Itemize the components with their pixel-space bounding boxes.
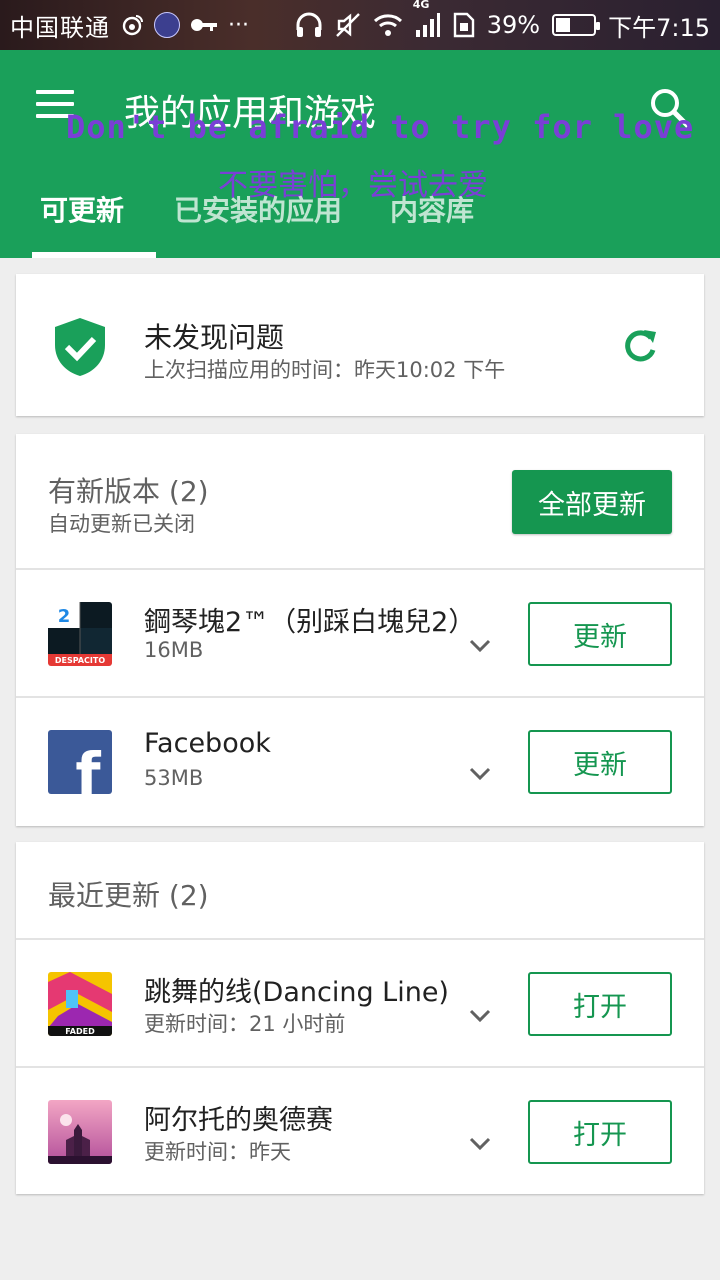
facebook-icon-glyph: f	[75, 740, 101, 794]
open-button[interactable]: 打开	[528, 1100, 672, 1164]
app-name: Facebook	[144, 728, 271, 759]
piano-tiles-icon-caption: DESPACITO	[55, 656, 105, 665]
signal-icon: 4G	[413, 0, 441, 38]
update-all-button[interactable]: 全部更新	[512, 470, 672, 534]
more-notifications: ···	[228, 12, 249, 38]
app-row-dancing-line[interactable]: FADED 跳舞的线(Dancing Line) 更新时间：21 小时前 打开	[16, 940, 704, 1066]
key-icon	[190, 17, 218, 33]
sim-icon	[453, 12, 475, 38]
auto-update-status: 自动更新已关闭	[48, 512, 195, 536]
scan-status-title: 未发现问题	[144, 321, 285, 354]
scan-last-time: 上次扫描应用的时间：昨天10:02 下午	[144, 358, 506, 382]
piano-tiles-app-icon: 2 DESPACITO	[48, 602, 112, 666]
headphones-icon	[295, 12, 323, 38]
wifi-icon	[373, 13, 403, 37]
app-name: 阿尔托的奥德赛	[144, 1105, 333, 1136]
weibo-icon	[120, 13, 144, 37]
app-updated-time: 更新时间：21 小时前	[144, 1012, 346, 1036]
app-row-altos-odyssey[interactable]: 阿尔托的奥德赛 更新时间：昨天 打开	[16, 1068, 704, 1194]
app-name: 鋼琴塊2™（别踩白塊兒2）	[144, 607, 476, 638]
tab-library[interactable]: 内容库	[366, 190, 498, 232]
mute-icon	[335, 12, 361, 38]
facebook-app-icon: f	[48, 730, 112, 794]
clock: 下午7:15	[608, 13, 710, 42]
app-updated-time: 更新时间：昨天	[144, 1140, 291, 1164]
chevron-down-icon[interactable]	[468, 1136, 492, 1152]
status-bar: 中国联通 ··· 4G 39% 下午7:15	[0, 0, 720, 50]
shield-check-icon	[52, 316, 108, 382]
app-size: 53MB	[144, 766, 204, 790]
network-type: 4G	[412, 0, 430, 11]
tab-installed[interactable]: 已安装的应用	[150, 190, 366, 232]
updates-card: 有新版本 (2) 自动更新已关闭 全部更新 2 DESPACITO 鋼琴塊2™（…	[16, 434, 704, 826]
play-protect-card: 未发现问题 上次扫描应用的时间：昨天10:02 下午	[16, 274, 704, 416]
dancing-line-app-icon: FADED	[48, 972, 112, 1036]
updates-section-title: 有新版本 (2)	[48, 475, 209, 508]
altos-odyssey-app-icon	[48, 1100, 112, 1164]
chevron-down-icon[interactable]	[468, 1008, 492, 1024]
wallpaper-overlay-text-en: Don't be afraid to try for love	[66, 108, 695, 146]
carrier-name: 中国联通	[10, 13, 110, 42]
battery-percent: 39%	[486, 11, 541, 39]
recent-section-title: 最近更新 (2)	[48, 879, 209, 912]
dancing-line-icon-caption: FADED	[65, 1027, 95, 1036]
chevron-down-icon[interactable]	[468, 638, 492, 654]
refresh-icon[interactable]	[620, 326, 660, 366]
battery-icon	[552, 14, 601, 36]
piano-tiles-icon-badge: 2	[58, 606, 71, 627]
open-button[interactable]: 打开	[528, 972, 672, 1036]
tab-bar: 可更新 已安装的应用 内容库	[0, 190, 720, 258]
tab-updates[interactable]: 可更新	[16, 190, 157, 258]
app-row-facebook[interactable]: f Facebook 53MB 更新	[16, 698, 704, 824]
app-bar: 我的应用和游戏 Don't be afraid to try for love …	[0, 50, 720, 258]
update-button[interactable]: 更新	[528, 602, 672, 666]
app-row-piano-tiles[interactable]: 2 DESPACITO 鋼琴塊2™（别踩白塊兒2） 16MB 更新	[16, 570, 704, 696]
chevron-down-icon[interactable]	[468, 766, 492, 782]
app-name: 跳舞的线(Dancing Line)	[144, 977, 449, 1008]
recently-updated-card: 最近更新 (2) FADED 跳舞的线(Dancing Line) 更新时间：2…	[16, 842, 704, 1194]
app-size: 16MB	[144, 638, 204, 662]
update-button[interactable]: 更新	[528, 730, 672, 794]
avatar-icon	[154, 12, 180, 38]
